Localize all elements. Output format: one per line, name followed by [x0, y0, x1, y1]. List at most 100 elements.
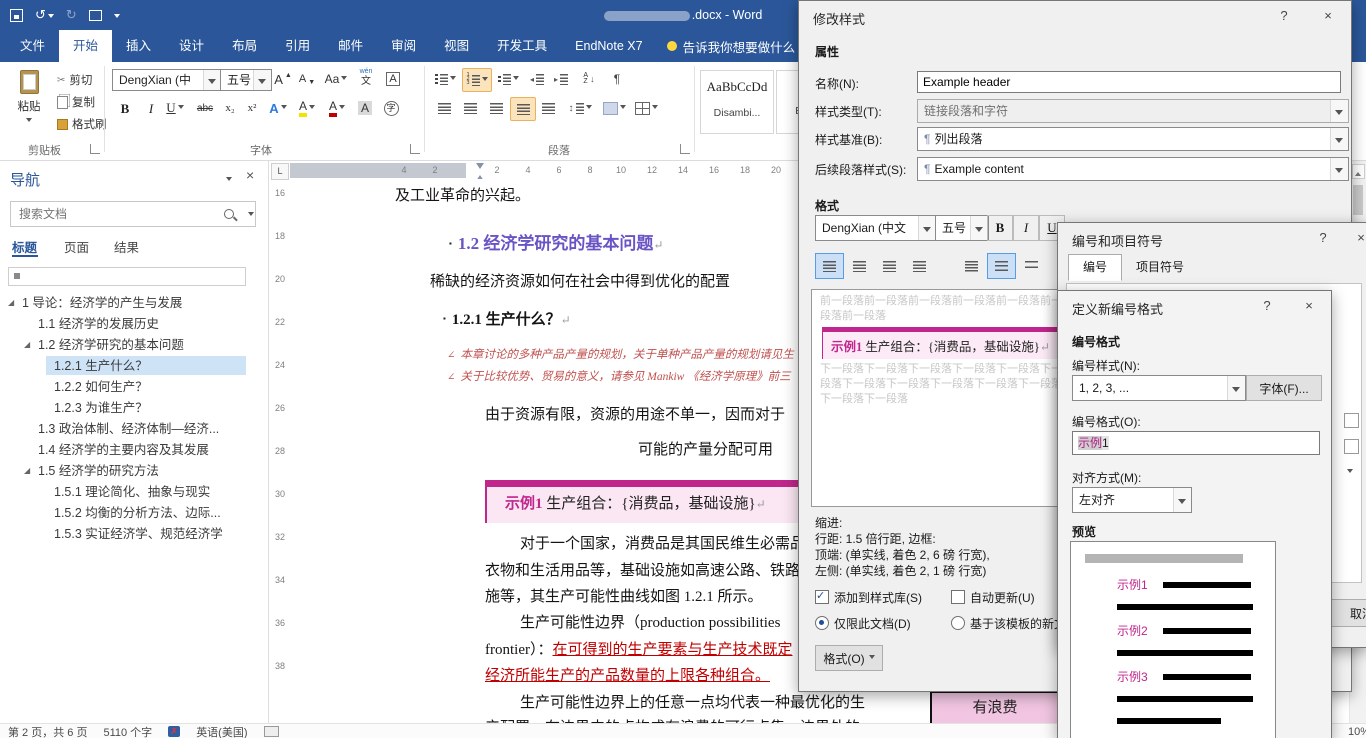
nav-tab-results[interactable]: 结果	[114, 237, 139, 256]
dialog-justify-button[interactable]	[905, 253, 934, 279]
phonetic-guide-button[interactable]: wén 文	[354, 66, 378, 88]
following-style-select[interactable]: ¶ Example content	[917, 157, 1349, 181]
italic-button[interactable]: I	[138, 96, 164, 122]
cut-button[interactable]: ✂ 剪切	[54, 70, 95, 90]
nav-item-1-1[interactable]: 1.1 经济学的发展历史	[0, 314, 268, 334]
format-painter-button[interactable]: 格式刷	[54, 114, 110, 134]
line-spacing-button[interactable]: ↕	[566, 97, 594, 119]
blank-heading-item[interactable]	[8, 267, 246, 286]
nav-close-button[interactable]: ×	[246, 167, 254, 183]
character-border-button[interactable]: A	[382, 68, 404, 90]
nav-item-1-2-3[interactable]: 1.2.3 为谁生产？	[0, 398, 268, 418]
nav-item-1-5-3[interactable]: 1.5.3 实证经济学、规范经济学	[0, 524, 268, 544]
save-button[interactable]	[10, 8, 23, 22]
tab-endnote[interactable]: EndNote X7	[561, 30, 656, 62]
redo-button[interactable]: ↻	[66, 7, 77, 23]
format-menu-button[interactable]: 格式(O)	[815, 645, 883, 671]
align-center-button[interactable]	[458, 97, 482, 119]
font-color-button[interactable]: A	[324, 97, 350, 119]
tab-insert[interactable]: 插入	[112, 30, 165, 62]
font-size-select[interactable]: 五号	[220, 69, 272, 91]
sort-button[interactable]: A Z ↓	[576, 68, 602, 90]
nav-tab-pages[interactable]: 页面	[64, 237, 89, 256]
tab-numbering[interactable]: 编号	[1068, 254, 1123, 281]
scroll-up-button[interactable]	[1352, 164, 1365, 179]
help-button[interactable]: ?	[1254, 295, 1280, 317]
dialog-align-left-button[interactable]	[815, 253, 844, 279]
shading-button[interactable]	[600, 97, 628, 119]
input-mode-icon[interactable]	[263, 726, 279, 737]
tab-design[interactable]: 设计	[165, 30, 218, 62]
spacing-double-button[interactable]	[1017, 253, 1046, 279]
nav-item-1-5-1[interactable]: 1.5.1 理论简化、抽象与现实	[0, 482, 268, 502]
number-format-input[interactable]: 示例1	[1072, 431, 1320, 455]
nav-options-button[interactable]	[226, 177, 232, 184]
bullets-button[interactable]	[432, 68, 458, 90]
font-name-select[interactable]: DengXian (中	[112, 69, 222, 91]
spacing-single-button[interactable]	[957, 253, 986, 279]
tab-mailings[interactable]: 邮件	[324, 30, 377, 62]
change-case-button[interactable]: Aa	[322, 68, 350, 90]
shrink-font-button[interactable]: A ▼	[296, 68, 318, 90]
tab-developer[interactable]: 开发工具	[483, 30, 561, 62]
superscript-button[interactable]: x²	[242, 97, 262, 119]
paragraph-dialog-launcher[interactable]	[680, 144, 690, 154]
multilevel-list-button[interactable]	[494, 68, 522, 90]
text-effects-button[interactable]: A	[266, 97, 290, 119]
tab-layout[interactable]: 布局	[218, 30, 271, 62]
search-options-caret[interactable]	[248, 212, 254, 219]
tab-bullets[interactable]: 项目符号	[1122, 255, 1198, 279]
copy-button[interactable]: 复制	[54, 92, 98, 112]
dialog-font-name-select[interactable]: DengXian (中文	[815, 215, 937, 241]
tab-review[interactable]: 审阅	[377, 30, 430, 62]
language-indicator[interactable]: 英语(美国)	[196, 724, 247, 738]
vertical-ruler[interactable]: 16 18 20 22 24 26 28 30 32 34 36 38	[271, 180, 290, 723]
dialog-align-right-button[interactable]	[875, 253, 904, 279]
tab-view[interactable]: 视图	[430, 30, 483, 62]
scrollbar-thumb[interactable]	[1353, 185, 1363, 215]
dialog-font-size-select[interactable]: 五号	[935, 215, 989, 241]
add-to-gallery-checkbox[interactable]: 添加到样式库(S)	[815, 589, 922, 606]
nav-item-1-2[interactable]: ◢ 1.2 经济学研究的基本问题	[0, 335, 268, 355]
close-button[interactable]: ×	[1348, 227, 1366, 249]
tab-file[interactable]: 文件	[6, 30, 59, 62]
undo-button[interactable]: ↺	[35, 7, 54, 23]
collapse-triangle-icon[interactable]: ◢	[8, 293, 14, 313]
font-dialog-launcher[interactable]	[410, 144, 420, 154]
spellcheck-icon[interactable]: ✗	[168, 726, 181, 737]
nav-item-1[interactable]: ◢ 1 导论：经济学的产生与发展	[0, 293, 268, 313]
word-count[interactable]: 5110 个字	[103, 724, 152, 738]
font-button[interactable]: 字体(F)...	[1246, 375, 1322, 401]
strikethrough-button[interactable]: abc	[192, 97, 218, 119]
clipboard-dialog-launcher[interactable]	[90, 144, 100, 154]
tab-home[interactable]: 开始	[59, 30, 113, 62]
paste-button[interactable]: 粘贴	[6, 68, 52, 140]
collapse-triangle-icon[interactable]: ◢	[24, 461, 30, 481]
borders-button[interactable]	[632, 97, 660, 119]
nav-item-1-4[interactable]: 1.4 经济学的主要内容及其发展	[0, 440, 268, 460]
only-this-document-radio[interactable]: 仅限此文档(D)	[815, 615, 911, 632]
grow-font-button[interactable]: A ▲	[272, 68, 294, 90]
nav-item-1-3[interactable]: 1.3 政治体制、经济体制—经济...	[0, 419, 268, 439]
align-left-button[interactable]	[432, 97, 456, 119]
character-shading-button[interactable]: A	[354, 97, 376, 119]
tab-stop-selector[interactable]: L	[271, 163, 289, 180]
close-button[interactable]: ×	[1315, 5, 1341, 27]
numbering-button[interactable]: 123	[462, 68, 492, 92]
number-style-select[interactable]: 1, 2, 3, ...	[1072, 375, 1246, 401]
highlight-color-button[interactable]: A	[294, 97, 320, 119]
gallery-button-1[interactable]	[1344, 413, 1359, 428]
cancel-button[interactable]: 取消	[1327, 599, 1366, 627]
style-based-on-select[interactable]: ¶ 列出段落	[917, 127, 1349, 151]
close-button[interactable]: ×	[1296, 295, 1322, 317]
customize-quick-access-button[interactable]	[113, 10, 120, 21]
dialog-italic-button[interactable]: I	[1013, 215, 1039, 241]
nav-item-1-2-2[interactable]: 1.2.2 如何生产？	[0, 377, 268, 397]
style-name-input[interactable]	[917, 71, 1341, 93]
search-input[interactable]	[10, 201, 256, 227]
touch-mode-button[interactable]	[88, 9, 102, 21]
nav-tab-headings[interactable]: 标题	[12, 237, 37, 256]
gallery-button-2[interactable]	[1344, 439, 1359, 454]
bold-button[interactable]: B	[112, 96, 138, 122]
spacing-1-5-button[interactable]	[987, 253, 1016, 279]
